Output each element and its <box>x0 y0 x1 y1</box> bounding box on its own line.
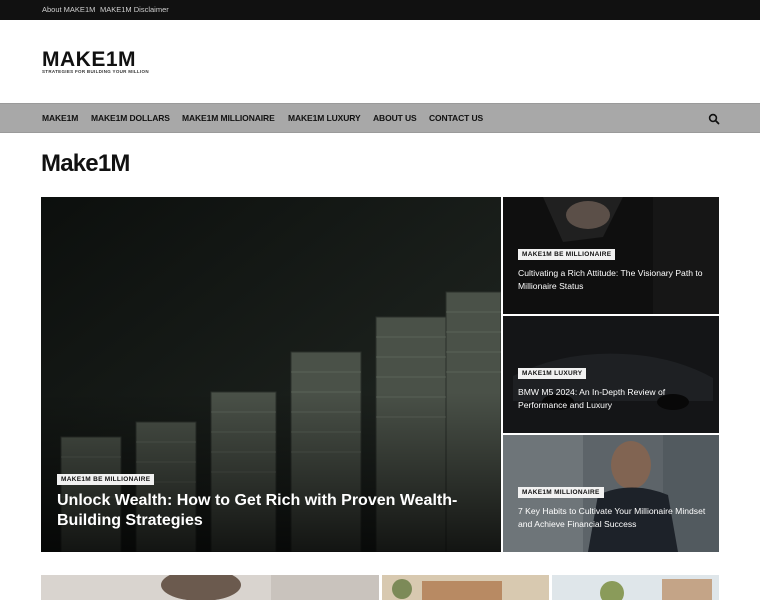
post-thumbnail[interactable] <box>382 575 549 600</box>
side-post-title[interactable]: BMW M5 2024: An In-Depth Review of Perfo… <box>518 386 713 412</box>
page-title: Make1M <box>41 150 130 177</box>
top-bar: About MAKE1M MAKE1M Disclaimer <box>0 0 760 20</box>
logo-tagline: STRATEGIES FOR BUILDING YOUR MILLION <box>42 69 149 74</box>
side-post-category-badge[interactable]: MAKE1M MILLIONAIRE <box>518 487 604 498</box>
topbar-link-about[interactable]: About MAKE1M <box>42 5 95 14</box>
search-icon[interactable] <box>708 113 720 125</box>
side-post-category-badge[interactable]: MAKE1M BE MILLIONAIRE <box>518 249 616 260</box>
nav-item-millionaire[interactable]: MAKE1M MILLIONAIRE <box>182 113 275 123</box>
side-post-title[interactable]: Cultivating a Rich Attitude: The Visiona… <box>518 267 713 293</box>
post-thumbnail-image <box>382 575 549 600</box>
topbar-link-disclaimer[interactable]: MAKE1M Disclaimer <box>100 5 169 14</box>
site-logo[interactable]: MAKE1M STRATEGIES FOR BUILDING YOUR MILL… <box>42 48 152 76</box>
side-post-card[interactable]: MAKE1M MILLIONAIRE 7 Key Habits to Culti… <box>503 435 719 552</box>
nav-item-contact[interactable]: CONTACT US <box>429 113 483 123</box>
nav-item-about[interactable]: ABOUT US <box>373 113 417 123</box>
side-post-category-badge[interactable]: MAKE1M LUXURY <box>518 368 587 379</box>
side-post-card[interactable]: MAKE1M LUXURY BMW M5 2024: An In-Depth R… <box>503 316 719 433</box>
post-thumbnail[interactable] <box>552 575 719 600</box>
post-thumbnail-image <box>552 575 719 600</box>
featured-category-badge[interactable]: MAKE1M BE MILLIONAIRE <box>57 474 155 485</box>
nav-item-make1m[interactable]: MAKE1M <box>42 113 78 123</box>
side-post-card[interactable]: MAKE1M BE MILLIONAIRE Cultivating a Rich… <box>503 197 719 314</box>
featured-post-title[interactable]: Unlock Wealth: How to Get Rich with Prov… <box>57 491 497 531</box>
main-nav: MAKE1M MAKE1M DOLLARS MAKE1M MILLIONAIRE… <box>0 103 760 133</box>
side-post-title[interactable]: 7 Key Habits to Cultivate Your Millionai… <box>518 505 713 531</box>
featured-post-card[interactable]: MAKE1M BE MILLIONAIRE Unlock Wealth: How… <box>41 197 501 552</box>
nav-item-dollars[interactable]: MAKE1M DOLLARS <box>91 113 170 123</box>
post-thumbnail[interactable] <box>41 575 379 600</box>
nav-item-luxury[interactable]: MAKE1M LUXURY <box>288 113 361 123</box>
post-thumbnail-image <box>41 575 379 600</box>
